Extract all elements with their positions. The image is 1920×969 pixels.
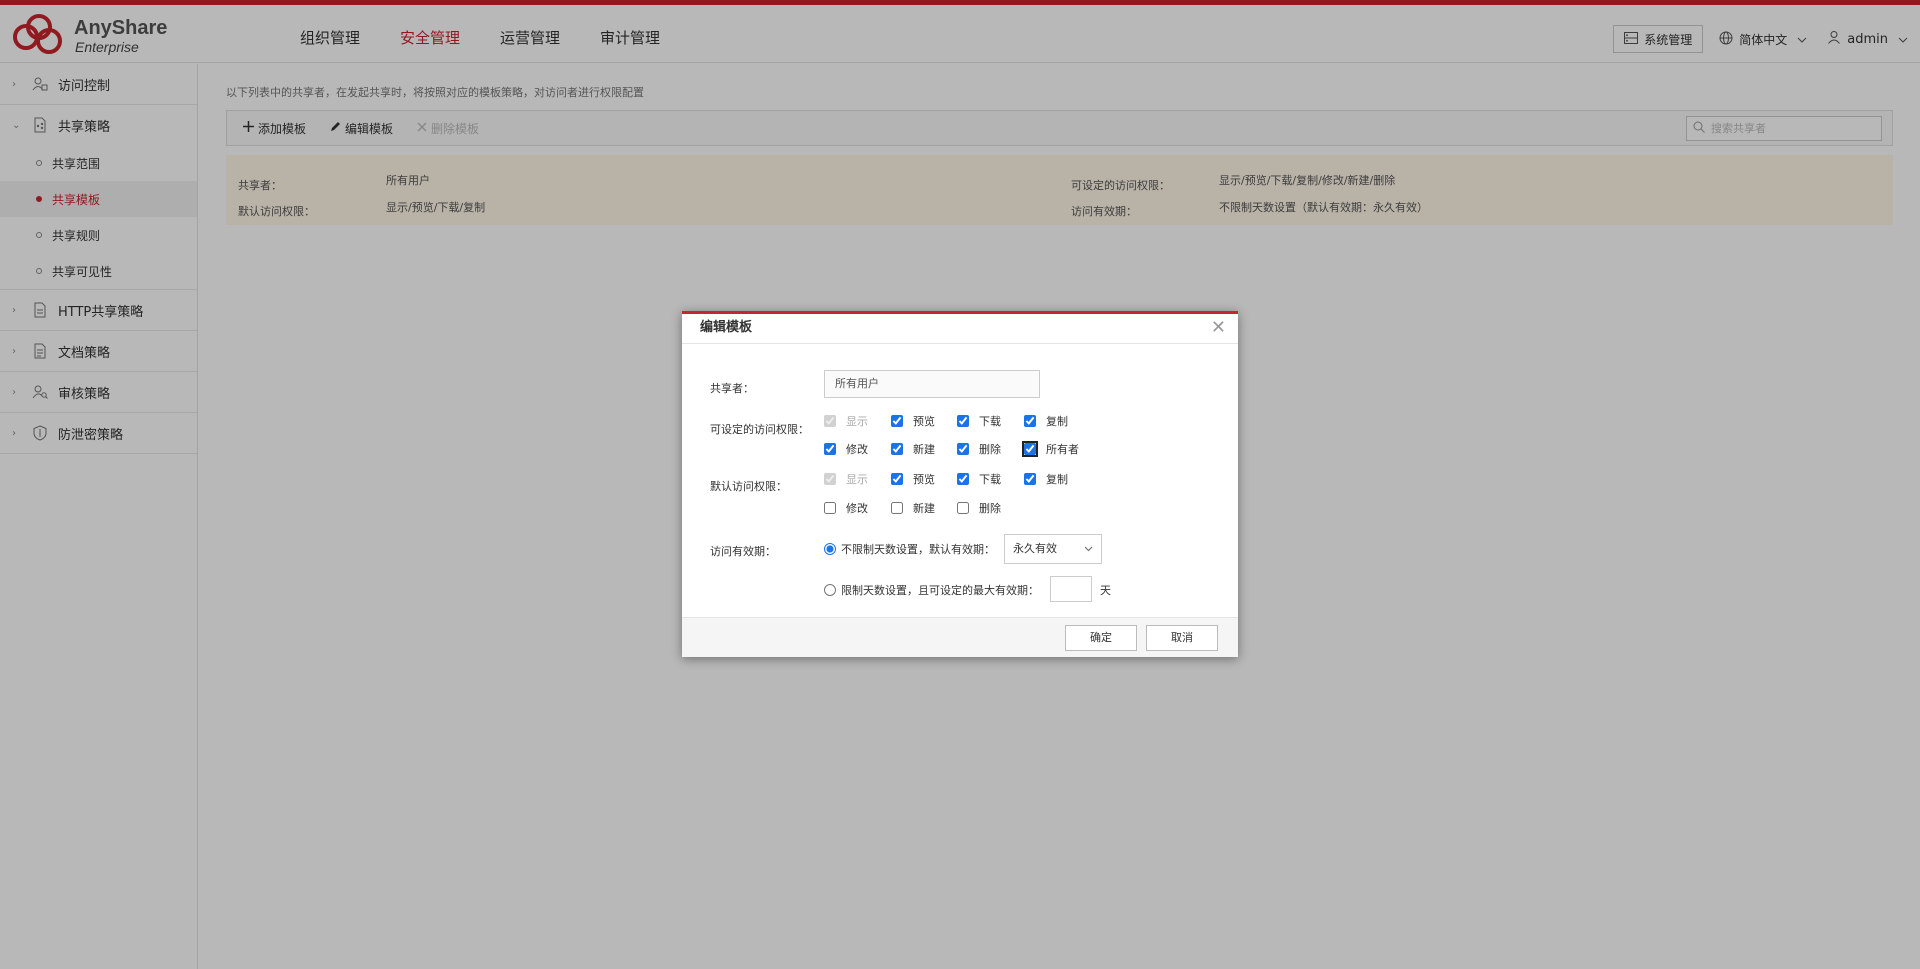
dialog-footer: 确定 取消 [682,617,1238,657]
unlimited-days-radio[interactable]: 不限制天数设置，默认有效期： [824,541,995,557]
cancel-button[interactable]: 取消 [1146,625,1218,651]
edit-template-dialog: 编辑模板 ✕ 共享者： 所有用户 可设定的访问权限： 显示 预览 下载 复制 修… [682,311,1238,657]
settable-modify-checkbox[interactable]: 修改 [824,441,868,457]
sharer-input[interactable]: 所有用户 [824,370,1040,398]
settable-create-checkbox[interactable]: 新建 [891,441,935,457]
settable-owner-checkbox[interactable]: 所有者 [1022,441,1079,457]
close-icon[interactable]: ✕ [1211,318,1226,338]
day-unit-label: 天 [1100,584,1111,597]
settable-delete-checkbox[interactable]: 删除 [957,441,1001,457]
max-days-input[interactable] [1050,576,1092,602]
ok-button[interactable]: 确定 [1065,625,1137,651]
default-perm-label: 默认访问权限： [710,480,787,493]
settable-download-checkbox[interactable]: 下载 [957,413,1001,429]
sharer-label: 共享者： [710,382,754,395]
default-modify-checkbox[interactable]: 修改 [824,500,868,516]
settable-copy-checkbox[interactable]: 复制 [1024,413,1068,429]
default-delete-checkbox[interactable]: 删除 [957,500,1001,516]
default-display-checkbox[interactable]: 显示 [824,471,868,487]
default-validity-select[interactable]: 永久有效 [1004,534,1102,564]
settable-perm-label: 可设定的访问权限： [710,423,809,436]
limited-days-radio[interactable]: 限制天数设置，且可设定的最大有效期： [824,582,1039,598]
settable-preview-checkbox[interactable]: 预览 [891,413,935,429]
default-copy-checkbox[interactable]: 复制 [1024,471,1068,487]
validity-label: 访问有效期： [710,545,776,558]
chevron-down-icon [1084,535,1093,563]
settable-display-checkbox[interactable]: 显示 [824,413,868,429]
default-download-checkbox[interactable]: 下载 [957,471,1001,487]
default-create-checkbox[interactable]: 新建 [891,500,935,516]
dialog-title: 编辑模板 [682,314,1238,344]
default-preview-checkbox[interactable]: 预览 [891,471,935,487]
